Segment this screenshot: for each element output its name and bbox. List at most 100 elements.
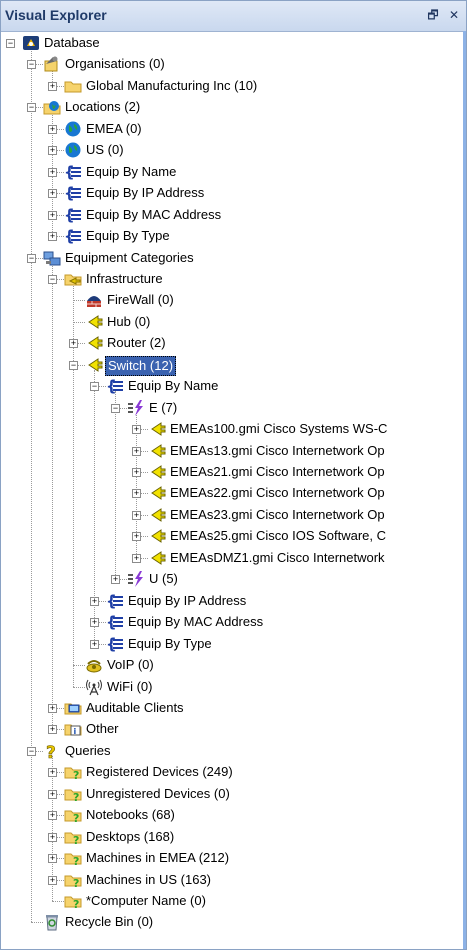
tree-item[interactable]: + Global Manufacturing Inc (10) [1, 76, 461, 97]
tree-item[interactable]: +? Desktops (168) [1, 827, 461, 848]
collapse-toggle[interactable]: − [27, 746, 36, 756]
collapse-toggle[interactable]: − [27, 103, 36, 113]
tree-item[interactable]: +? Notebooks (68) [1, 805, 461, 826]
tree-item-label: Global Manufacturing Inc (10) [86, 77, 258, 93]
tree-item[interactable]: Hub (0) [1, 312, 461, 333]
tree-item[interactable]: + EMEAs22.gmi Cisco Internetwork Op [1, 483, 461, 504]
query-folder-icon: ? [64, 828, 82, 847]
tree-item[interactable]: − Locations (2) [1, 97, 461, 118]
tree-item[interactable]: + EMEAs21.gmi Cisco Internetwork Op [1, 462, 461, 483]
expand-toggle[interactable]: + [90, 639, 99, 649]
locations-icon [43, 98, 61, 116]
expand-toggle[interactable]: + [132, 468, 141, 477]
expand-toggle[interactable]: + [132, 489, 141, 499]
tree-item[interactable]: − Database [1, 33, 461, 54]
tree-item[interactable]: −{Equip By Name [1, 376, 461, 397]
tree-item-label: Registered Devices (249) [86, 764, 233, 780]
expand-toggle[interactable]: + [132, 532, 141, 542]
expand-toggle[interactable]: + [48, 146, 57, 156]
tree-view[interactable]: − Database − Organisations (0) + Global Manuf… [1, 31, 466, 949]
expand-toggle[interactable]: + [48, 232, 57, 242]
tree-item[interactable]: + {Equip By Type [1, 226, 461, 247]
close-icon[interactable]: ✕ [446, 7, 462, 23]
tree-item[interactable]: − Organisations (0) [1, 54, 461, 75]
tree-item-label: Hub (0) [107, 313, 151, 329]
tree-item[interactable]: + U (5) [1, 569, 461, 590]
collapse-toggle[interactable]: − [48, 274, 57, 284]
tree-item[interactable]: + EMEAs23.gmi Cisco Internetwork Op [1, 505, 461, 526]
expand-toggle[interactable]: + [69, 339, 78, 349]
tree-item[interactable]: +? Machines in EMEA (212) [1, 848, 461, 869]
expand-toggle[interactable]: + [48, 81, 57, 91]
tree-connector-line [73, 686, 85, 688]
tree-item[interactable]: − Equipment Categories [1, 248, 461, 269]
tree-item[interactable]: +? Machines in US (163) [1, 870, 461, 891]
expand-toggle[interactable]: + [48, 832, 57, 842]
expand-toggle[interactable]: + [48, 725, 57, 735]
tree-item[interactable]: + EMEA (0) [1, 119, 461, 140]
collapse-toggle[interactable]: − [27, 60, 36, 70]
tree-item[interactable]: + Auditable Clients [1, 698, 461, 719]
float-window-icon[interactable]: 🗗 [425, 7, 441, 23]
network-device-icon [148, 506, 166, 524]
collapse-toggle[interactable]: − [27, 253, 36, 263]
collapse-toggle[interactable]: − [90, 382, 99, 392]
list-icon: { [64, 206, 82, 224]
tree-item[interactable]: + {Equip By Name [1, 162, 461, 183]
tree-item-label: Organisations (0) [65, 56, 165, 72]
tree-item[interactable]: + {Equip By MAC Address [1, 612, 461, 633]
expand-toggle[interactable]: + [132, 553, 141, 563]
expand-toggle[interactable]: + [132, 446, 141, 456]
expand-toggle[interactable]: + [90, 618, 99, 628]
collapse-toggle[interactable]: − [111, 403, 120, 413]
expand-toggle[interactable]: + [90, 596, 99, 606]
tree-item[interactable]: − Infrastructure [1, 269, 461, 290]
expand-toggle[interactable]: + [111, 575, 120, 585]
tree-item[interactable]: + US (0) [1, 140, 461, 161]
tree-item[interactable]: + EMEAs13.gmi Cisco Internetwork Op [1, 441, 461, 462]
tree-item[interactable]: + EMEAsDMZ1.gmi Cisco Internetwork [1, 548, 461, 569]
tree-item-label: Switch (12) [105, 355, 177, 376]
expand-toggle[interactable]: + [48, 167, 57, 177]
collapse-toggle[interactable]: − [69, 360, 78, 370]
tree-item[interactable]: + i Other [1, 719, 461, 740]
tree-item[interactable]: −? Queries [1, 741, 461, 763]
expand-toggle[interactable]: + [48, 789, 57, 799]
expand-toggle[interactable]: + [48, 124, 57, 134]
expand-toggle[interactable]: + [48, 875, 57, 885]
svg-text:?: ? [73, 769, 79, 781]
tree-item[interactable]: +? Unregistered Devices (0) [1, 784, 461, 805]
collapse-toggle[interactable]: − [6, 39, 15, 48]
expand-toggle[interactable]: + [48, 703, 57, 713]
tree-item[interactable]: − Switch (12) [1, 355, 461, 376]
tree-item[interactable]: + EMEAs100.gmi Cisco Systems WS-C [1, 419, 461, 440]
tree-item[interactable]: − E (7) [1, 398, 461, 419]
expand-toggle[interactable]: + [132, 510, 141, 520]
tree-item[interactable]: +? Registered Devices (249) [1, 762, 461, 783]
expand-toggle[interactable]: + [48, 189, 57, 199]
tree-item[interactable]: + {Equip By Type [1, 634, 461, 655]
tree-item-label: Database [44, 35, 100, 50]
network-device-icon [85, 356, 103, 374]
tree-item[interactable]: Recycle Bin (0) [1, 912, 461, 933]
tree-item[interactable]: ? *Computer Name (0) [1, 891, 461, 912]
tree-item[interactable]: + {Equip By IP Address [1, 591, 461, 612]
tree-item[interactable]: + {Equip By MAC Address [1, 205, 461, 226]
tree-item[interactable]: VoIP (0) [1, 655, 461, 676]
expand-toggle[interactable]: + [48, 768, 57, 778]
tree-item[interactable]: WiFi (0) [1, 677, 461, 698]
tree-item[interactable]: + Router (2) [1, 333, 461, 354]
tree-item[interactable]: + {Equip By IP Address [1, 183, 461, 204]
tree-item[interactable]: + EMEAs25.gmi Cisco IOS Software, C [1, 526, 461, 547]
network-device-icon [148, 420, 166, 438]
expand-toggle[interactable]: + [132, 425, 141, 435]
expand-toggle[interactable]: + [48, 210, 57, 220]
expand-toggle[interactable]: + [48, 854, 57, 864]
panel-title: Visual Explorer [5, 7, 107, 23]
expand-toggle[interactable]: + [48, 811, 57, 821]
tree-item[interactable]: FireWall (0) [1, 290, 461, 311]
tree-item-label: WiFi (0) [107, 678, 153, 694]
tree-item-label: VoIP (0) [107, 657, 154, 673]
recycle-bin-icon [43, 913, 61, 931]
tree-connector-line [73, 665, 85, 667]
